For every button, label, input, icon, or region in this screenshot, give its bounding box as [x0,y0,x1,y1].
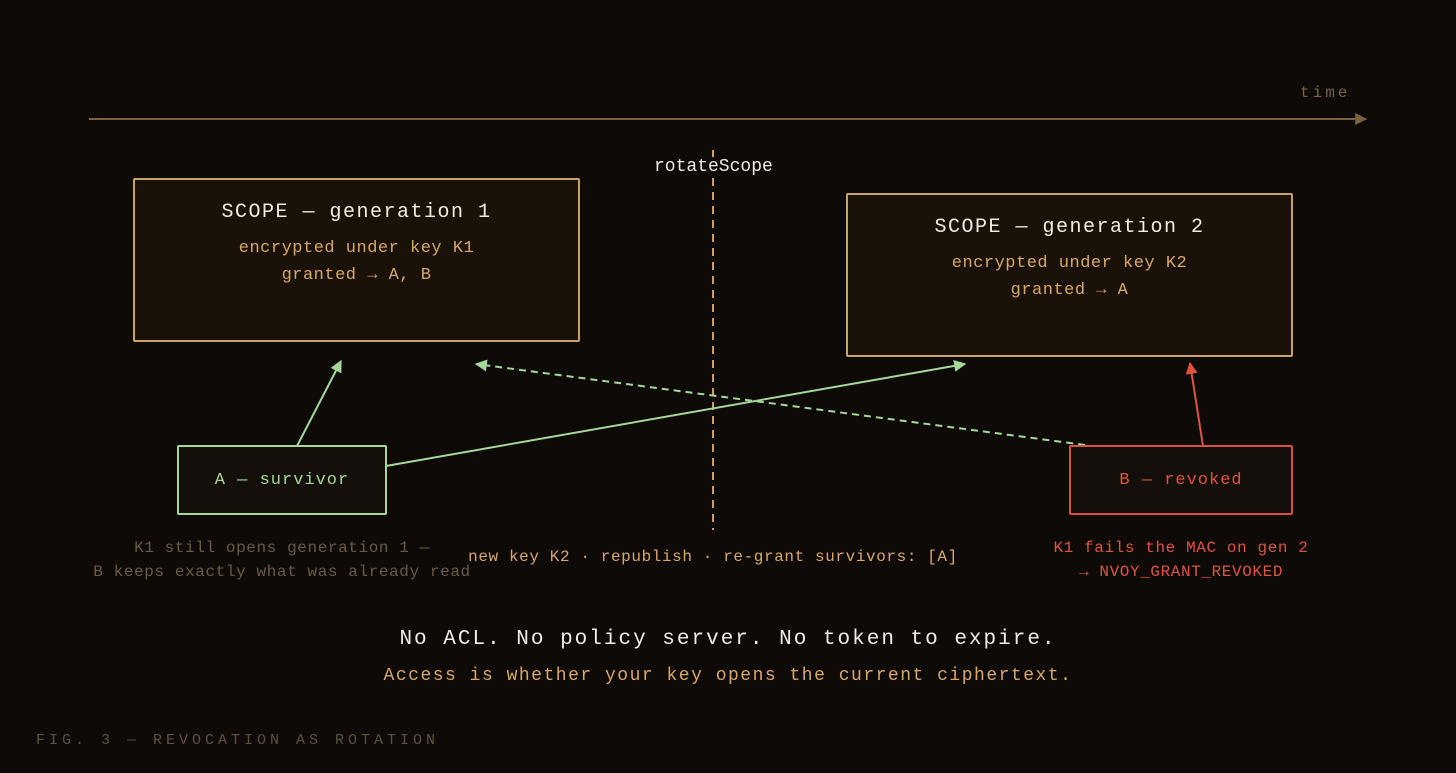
arrow-b-to-gen1-dashed [474,359,1086,446]
summary-headline: No ACL. No policy server. No token to ex… [399,628,1057,651]
scope-generation-2: SCOPE — generation 2 encrypted under key… [846,193,1293,357]
scope-generation-1-grants: granted → A, B [281,266,432,285]
scope-generation-2-grants: granted → A [1010,281,1129,300]
diagram-connectors [89,113,1368,530]
summary-subline: Access is whether your key opens the cur… [383,666,1073,686]
scope-generation-2-title: SCOPE — generation 2 [934,216,1205,239]
actor-b-label: B — revoked [1119,470,1243,490]
actor-b-note: K1 fails the MAC on gen 2 → NVOY_GRANT_R… [1046,536,1316,584]
figure-caption: FIG. 3 — REVOCATION AS ROTATION [36,732,440,749]
arrow-b-to-gen2-blocked [1185,361,1204,447]
actor-a-note-line-2: B keeps exactly what was already read [93,563,471,581]
arrow-a-to-gen1 [296,359,342,447]
actor-a-note: K1 still opens generation 1 — B keeps ex… [92,536,472,584]
arrow-a-to-gen2 [385,359,967,467]
rotate-scope-label: rotateScope [654,157,773,177]
scope-generation-2-key: encrypted under key K2 [951,254,1188,273]
actor-b-note-line-2: → NVOY_GRANT_REVOKED [1078,563,1284,581]
actor-a-label: A — survivor [214,470,350,490]
actor-a-note-line-1: K1 still opens generation 1 — [134,539,430,557]
scope-generation-1-title: SCOPE — generation 1 [221,201,492,224]
rotation-caption: new key K2 · republish · re-grant surviv… [468,548,958,566]
actor-b-revoked: B — revoked [1069,445,1293,515]
actor-b-note-line-1: K1 fails the MAC on gen 2 [1053,539,1309,557]
actor-a-survivor: A — survivor [177,445,387,515]
timeline-label: time [1300,84,1351,102]
scope-generation-1-key: encrypted under key K1 [238,239,475,258]
scope-generation-1: SCOPE — generation 1 encrypted under key… [133,178,580,342]
